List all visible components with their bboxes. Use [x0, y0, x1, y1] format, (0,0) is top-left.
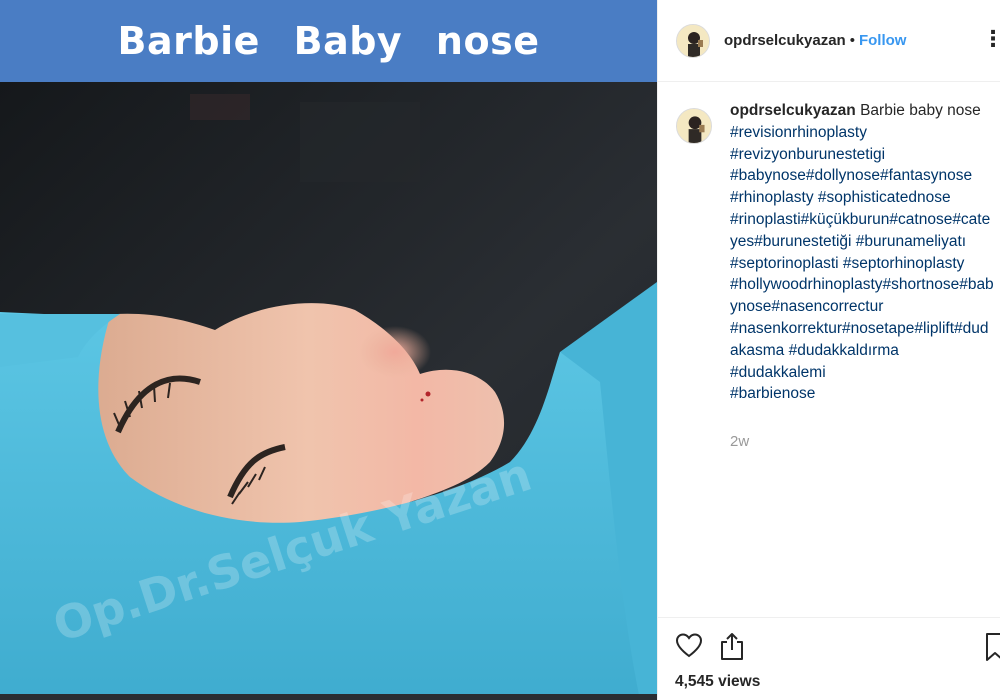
share-icon[interactable]	[719, 631, 745, 661]
post-photo: Op.Dr.Selçuk Yazan	[0, 82, 657, 700]
caption-avatar[interactable]	[676, 108, 712, 144]
caption-username[interactable]: opdrselcukyazan	[730, 102, 856, 119]
caption-hashtags[interactable]: #revisionrhinoplasty #revizyonburunestet…	[730, 122, 998, 405]
post-caption: opdrselcukyazan Barbie baby nose #revisi…	[658, 100, 1000, 405]
header-separator: •	[849, 32, 855, 49]
video-title-banner: Barbie Baby nose	[0, 0, 657, 82]
heart-icon[interactable]	[675, 632, 703, 658]
caption-text: Barbie baby nose	[860, 102, 981, 119]
more-options-icon[interactable]: ⋮	[982, 26, 1000, 52]
follow-button[interactable]: Follow	[859, 32, 907, 49]
caption-body: opdrselcukyazan Barbie baby nose #revisi…	[730, 100, 998, 405]
post-actions: 4,545 views	[658, 617, 1000, 700]
avatar[interactable]	[676, 23, 710, 58]
header-username[interactable]: opdrselcukyazan	[724, 32, 846, 49]
post-side-panel: opdrselcukyazan • Follow ⋮ opdrselcukyaz…	[657, 0, 1000, 700]
post-header: opdrselcukyazan • Follow ⋮	[658, 0, 1000, 82]
bookmark-icon[interactable]	[984, 632, 1000, 662]
view-count[interactable]: 4,545 views	[675, 673, 760, 691]
post-media[interactable]: Barbie Baby nose Op.Dr.Selçuk Yazan	[0, 0, 657, 700]
video-progress-strip	[0, 694, 657, 700]
post-timestamp[interactable]: 2w	[730, 433, 749, 450]
banner-title: Barbie Baby nose	[117, 19, 540, 63]
